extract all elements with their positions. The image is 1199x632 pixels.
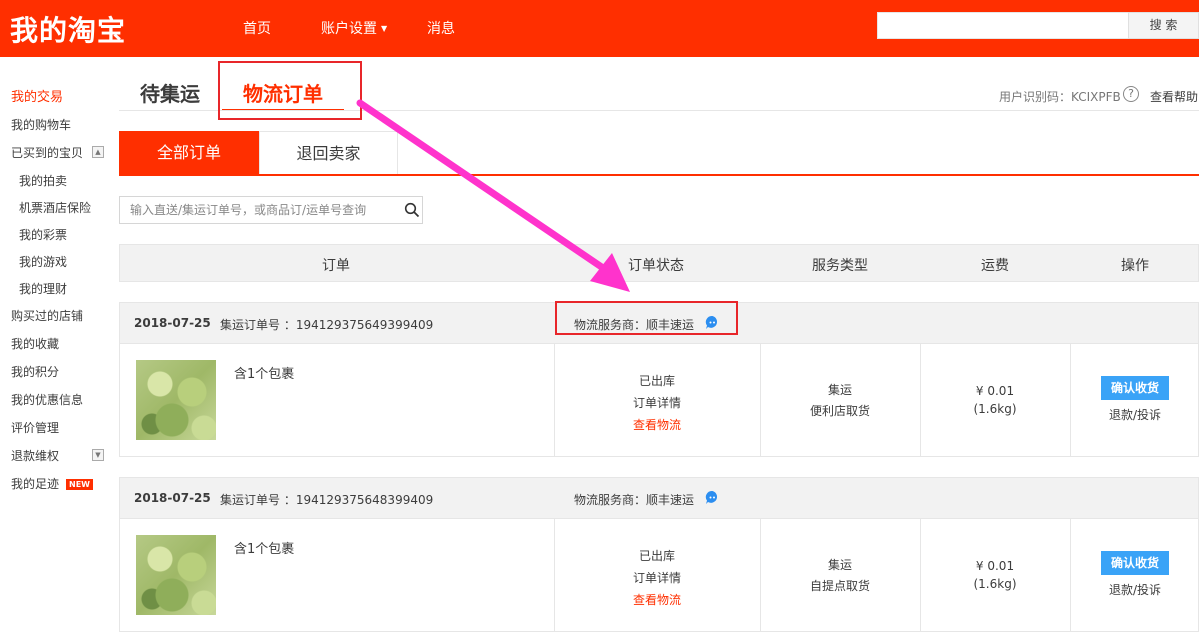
subtab-all-orders[interactable]: 全部订单 bbox=[119, 131, 259, 175]
shipping-fee: ¥ 0.01 bbox=[975, 384, 1015, 398]
header-search-input[interactable] bbox=[877, 12, 1129, 39]
highlight-box-logistics-tab bbox=[218, 61, 362, 120]
sidebar-item-cart[interactable]: 我的购物车 bbox=[11, 116, 71, 133]
header-search-button[interactable]: 搜 索 bbox=[1128, 12, 1199, 39]
nav-account-settings[interactable]: 账户设置 ▼ bbox=[321, 18, 387, 38]
column-header-service: 服务类型 bbox=[812, 258, 868, 274]
pickup-mode: 自提点取货 bbox=[809, 579, 870, 593]
collapse-icon[interactable]: ▲ bbox=[92, 146, 104, 158]
sidebar-item-lottery[interactable]: 我的彩票 bbox=[19, 226, 67, 243]
product-thumbnail[interactable] bbox=[136, 535, 216, 615]
help-link[interactable]: 查看帮助 bbox=[1150, 88, 1198, 105]
sidebar-item-refunds[interactable]: 退款维权 bbox=[11, 447, 59, 464]
product-thumbnail[interactable] bbox=[136, 360, 216, 440]
fee-cell: ¥ 0.01 (1.6kg) bbox=[920, 382, 1070, 418]
service-type: 集运 bbox=[827, 558, 852, 572]
order-date: 2018-07-25 bbox=[134, 316, 211, 330]
nav-home-link[interactable]: 首页 bbox=[243, 18, 271, 38]
sidebar-item-points[interactable]: 我的积分 bbox=[11, 363, 59, 380]
order-status-cell: 已出库 订单详情 查看物流 bbox=[554, 545, 760, 611]
order-body: 含1个包裹 已出库 订单详情 查看物流 集运 便利店取货 ¥ 0.01 (1.6… bbox=[119, 344, 1199, 457]
package-count: 含1个包裹 bbox=[234, 542, 295, 557]
confirm-receipt-button[interactable]: 确认收货 bbox=[1101, 376, 1169, 400]
highlight-box-carrier bbox=[555, 301, 738, 335]
nav-account-label: 账户设置 bbox=[321, 21, 377, 37]
sidebar-item-favorites[interactable]: 我的收藏 bbox=[11, 335, 59, 352]
sidebar-item-footprints[interactable]: 我的足迹 NEW bbox=[11, 475, 93, 492]
top-bar: 我的淘宝 首页 账户设置 ▼ 消息 搜 索 bbox=[0, 0, 1199, 57]
sidebar-item-bought[interactable]: 已买到的宝贝 bbox=[11, 144, 83, 161]
order-detail-link[interactable]: 订单详情 bbox=[554, 392, 760, 414]
new-badge: NEW bbox=[66, 479, 93, 490]
sidebar-item-auction[interactable]: 我的拍卖 bbox=[19, 172, 67, 189]
sidebar-item-travel[interactable]: 机票酒店保险 bbox=[19, 199, 91, 216]
carrier-name: 物流服务商：顺丰速运 bbox=[574, 493, 695, 507]
tab-pending-consolidation[interactable]: 待集运 bbox=[140, 78, 200, 107]
package-weight: (1.6kg) bbox=[973, 402, 1017, 416]
column-header-order: 订单 bbox=[322, 258, 350, 274]
help-icon[interactable]: ? bbox=[1123, 86, 1139, 102]
nav-messages-link[interactable]: 消息 bbox=[427, 18, 455, 38]
package-weight: (1.6kg) bbox=[973, 577, 1017, 591]
fee-cell: ¥ 0.01 (1.6kg) bbox=[920, 557, 1070, 593]
column-header-operation: 操作 bbox=[1121, 258, 1149, 274]
expand-icon[interactable]: ▼ bbox=[92, 449, 104, 461]
cell-divider bbox=[1070, 344, 1071, 457]
sidebar-item-my-trades[interactable]: 我的交易 bbox=[11, 86, 63, 105]
refund-complaint-link[interactable]: 退款/投诉 bbox=[1070, 406, 1199, 423]
cell-divider bbox=[1070, 519, 1071, 632]
subtab-divider bbox=[119, 174, 1199, 176]
order-search-box bbox=[119, 196, 423, 224]
sidebar-item-shops[interactable]: 购买过的店铺 bbox=[11, 307, 83, 324]
order-header: 2018-07-25 集运订单号 ：194129375648399409 物流服… bbox=[119, 477, 1199, 519]
order-detail-link[interactable]: 订单详情 bbox=[554, 567, 760, 589]
pickup-mode: 便利店取货 bbox=[809, 404, 870, 418]
order-status: 已出库 bbox=[638, 549, 675, 563]
package-count: 含1个包裹 bbox=[234, 367, 295, 382]
confirm-receipt-button[interactable]: 确认收货 bbox=[1101, 551, 1169, 575]
chevron-down-icon: ▼ bbox=[381, 24, 388, 33]
table-header: 订单 订单状态 服务类型 运费 操作 bbox=[119, 244, 1199, 282]
order-body: 含1个包裹 已出库 订单详情 查看物流 集运 自提点取货 ¥ 0.01 (1.6… bbox=[119, 519, 1199, 632]
sidebar-item-reviews[interactable]: 评价管理 bbox=[11, 419, 59, 436]
chat-icon[interactable] bbox=[705, 490, 720, 505]
sidebar-item-coupons[interactable]: 我的优惠信息 bbox=[11, 391, 83, 408]
view-logistics-link[interactable]: 查看物流 bbox=[554, 589, 760, 611]
order-status-cell: 已出库 订单详情 查看物流 bbox=[554, 370, 760, 436]
order-search-input[interactable] bbox=[120, 197, 400, 223]
service-type: 集运 bbox=[827, 383, 852, 397]
sidebar-item-games[interactable]: 我的游戏 bbox=[19, 253, 67, 270]
order-number: 集运订单号 ：194129375648399409 bbox=[220, 493, 434, 507]
user-id-text: 用户识别码：KCIXPFB bbox=[999, 90, 1121, 104]
search-icon[interactable] bbox=[404, 202, 420, 218]
subtab-return-to-seller[interactable]: 退回卖家 bbox=[259, 131, 398, 175]
refund-complaint-link[interactable]: 退款/投诉 bbox=[1070, 581, 1199, 598]
order-date: 2018-07-25 bbox=[134, 491, 211, 505]
shipping-fee: ¥ 0.01 bbox=[975, 559, 1015, 573]
order-number: 集运订单号 ：194129375649399409 bbox=[220, 318, 434, 332]
view-logistics-link[interactable]: 查看物流 bbox=[554, 414, 760, 436]
logo[interactable]: 我的淘宝 bbox=[10, 9, 126, 49]
sidebar-item-label: 我的足迹 bbox=[11, 477, 60, 491]
service-type-cell: 集运 便利店取货 bbox=[760, 380, 920, 422]
column-header-fee: 运费 bbox=[981, 258, 1009, 274]
column-header-status: 订单状态 bbox=[628, 258, 684, 274]
order-status: 已出库 bbox=[638, 374, 675, 388]
sidebar-item-finance[interactable]: 我的理财 bbox=[19, 280, 67, 297]
